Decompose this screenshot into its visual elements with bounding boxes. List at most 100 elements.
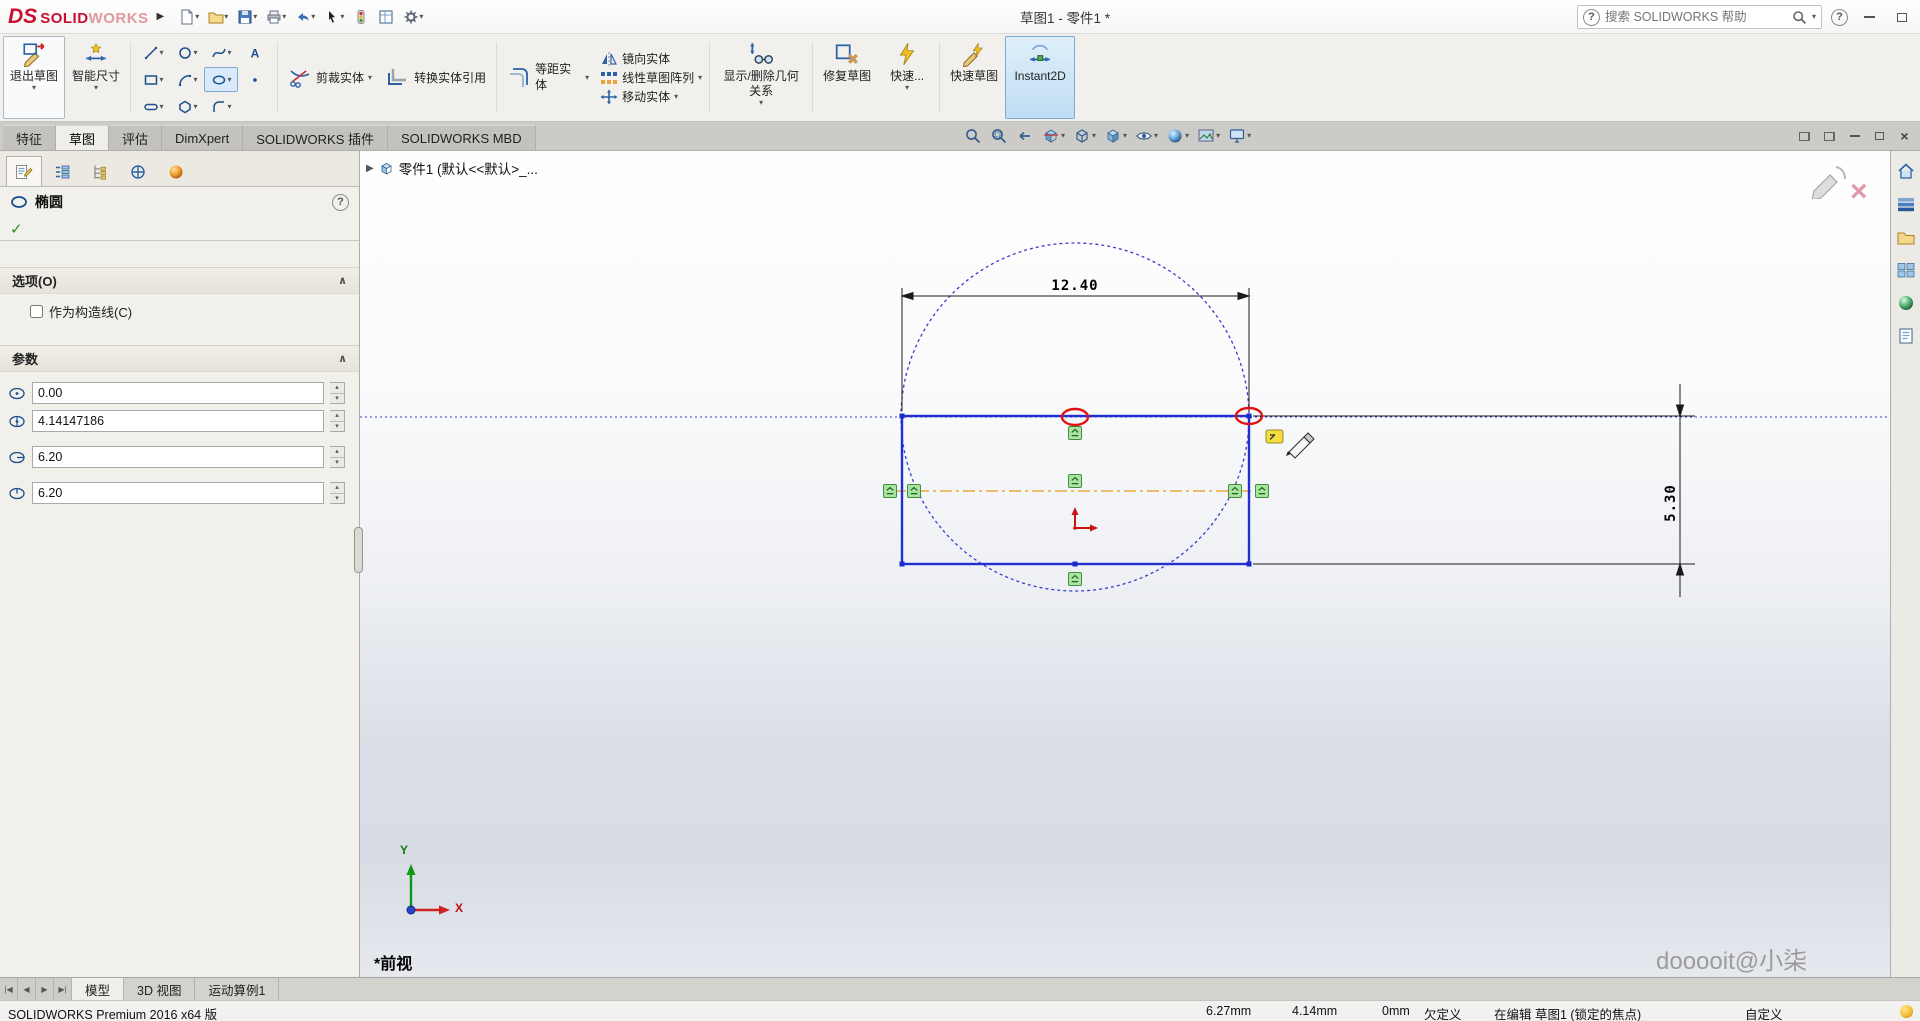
help-button[interactable]: ? [1831, 9, 1848, 26]
chevron-down-icon[interactable]: ▾ [698, 74, 702, 82]
menu-expand-arrow-icon[interactable]: ▶ [157, 11, 165, 22]
display-style-button[interactable]: ▾ [1102, 126, 1129, 146]
spin-up-icon[interactable]: ▴ [330, 411, 344, 422]
tab-mbd[interactable]: SOLIDWORKS MBD [388, 125, 536, 150]
polygon-tool[interactable]: ▾ [170, 94, 204, 119]
home-button[interactable] [1894, 159, 1918, 183]
open-button[interactable]: ▾ [205, 4, 231, 30]
center-y-field[interactable] [32, 410, 324, 432]
center-x-spinner[interactable]: ▴▾ [330, 382, 345, 404]
chevron-down-icon[interactable]: ▾ [1185, 132, 1189, 140]
chevron-down-icon[interactable]: ▾ [194, 49, 198, 57]
chevron-down-icon[interactable]: ▾ [228, 49, 232, 57]
pane-split-right-button[interactable] [1820, 127, 1839, 146]
tab-3d-views[interactable]: 3D 视图 [124, 978, 195, 1000]
chevron-down-icon[interactable]: ▾ [585, 74, 589, 82]
circle-tool[interactable]: ▾ [170, 40, 204, 65]
chevron-down-icon[interactable]: ▾ [94, 84, 98, 92]
radius2-spinner[interactable]: ▴▾ [330, 482, 345, 504]
spline-tool[interactable]: ▾ [204, 40, 238, 65]
center-x-input[interactable] [38, 386, 318, 400]
select-button[interactable]: ▾ [321, 4, 347, 30]
trim-entities-button[interactable]: 剪裁实体 ▾ [281, 36, 379, 119]
chevron-down-icon[interactable]: ▾ [253, 13, 257, 21]
tab-dimxpert[interactable]: DimXpert [162, 125, 243, 150]
dimension-width-1240[interactable] [902, 288, 1249, 411]
chevron-down-icon[interactable]: ▾ [228, 103, 232, 111]
hide-show-items-button[interactable]: ▾ [1133, 126, 1160, 146]
doc-minimize-button[interactable] [1845, 127, 1864, 146]
tab-features[interactable]: 特征 [3, 125, 56, 150]
chevron-down-icon[interactable]: ▾ [419, 13, 423, 21]
fillet-tool[interactable]: ▾ [204, 94, 238, 119]
display-delete-relations-button[interactable]: 显示/删除几何关系 ▾ [713, 36, 809, 119]
quick-snaps-button[interactable]: 快速... ▾ [878, 36, 936, 119]
chevron-down-icon[interactable]: ▾ [1154, 132, 1158, 140]
radius2-field[interactable] [32, 482, 324, 504]
apply-scene-button[interactable]: ▾ [1195, 126, 1222, 146]
edit-appearance-button[interactable]: ▾ [1164, 126, 1191, 146]
center-y-input[interactable] [38, 414, 318, 428]
pane-split-left-button[interactable] [1795, 127, 1814, 146]
relation-badge[interactable] [1229, 485, 1242, 498]
chevron-down-icon[interactable]: ▾ [674, 93, 678, 101]
relation-badge[interactable] [1069, 475, 1082, 488]
radius1-input[interactable] [38, 450, 318, 464]
breadcrumb-text[interactable]: 零件1 (默认<<默认>_... [399, 158, 538, 178]
save-button[interactable]: ▾ [234, 4, 260, 30]
rectangle-tool[interactable]: ▾ [136, 67, 170, 92]
chevron-down-icon[interactable]: ▾ [1247, 132, 1251, 140]
tab-propertymanager[interactable] [6, 156, 42, 186]
options-button[interactable]: ▾ [400, 4, 426, 30]
dimension-height-530[interactable] [1253, 384, 1695, 597]
search-icon[interactable] [1792, 10, 1807, 25]
graphics-area[interactable]: ▶ 零件1 (默认<<默认>_... 12.40 5.30 × Y X *前视 … [360, 150, 1890, 977]
help-search-input[interactable] [1605, 10, 1787, 24]
point-tool[interactable] [238, 67, 272, 92]
slot-tool[interactable]: ▾ [136, 94, 170, 119]
design-library-button[interactable] [1894, 192, 1918, 216]
tab-scroll-first-button[interactable]: |◀ [0, 978, 18, 1000]
chevron-down-icon[interactable]: ▾ [1092, 132, 1096, 140]
status-sphere-icon[interactable] [1900, 1005, 1913, 1018]
dimension-width-text[interactable]: 12.40 [1042, 278, 1108, 294]
radius1-field[interactable] [32, 446, 324, 468]
chevron-down-icon[interactable]: ▾ [759, 99, 763, 107]
spin-up-icon[interactable]: ▴ [330, 383, 344, 394]
mirror-entities-button[interactable]: 镜向实体 [600, 50, 702, 67]
sketch-canvas[interactable] [360, 151, 1890, 977]
previous-view-button[interactable] [1014, 126, 1036, 146]
panel-splitter-handle[interactable] [354, 527, 363, 573]
chevron-down-icon[interactable]: ▾ [160, 103, 164, 111]
chevron-down-icon[interactable]: ▾ [194, 103, 198, 111]
doc-close-button[interactable]: × [1895, 127, 1914, 146]
tab-scroll-next-button[interactable]: ▶ [36, 978, 54, 1000]
exit-sketch-button[interactable]: 退出草图 ▾ [3, 36, 65, 119]
tab-model[interactable]: 模型 [72, 978, 124, 1000]
tab-dimxpertmanager[interactable] [120, 156, 156, 186]
relation-badge[interactable] [1069, 427, 1082, 440]
tab-scroll-prev-button[interactable]: ◀ [18, 978, 36, 1000]
offset-entities-button[interactable]: 等距实体 ▾ [500, 36, 596, 119]
custom-toolbar-label[interactable]: 自定义 [1745, 1004, 1783, 1021]
section-view-button[interactable]: ▾ [1040, 126, 1067, 146]
rapid-sketch-button[interactable]: 快速草图 [943, 36, 1005, 119]
center-y-spinner[interactable]: ▴▾ [330, 410, 345, 432]
convert-entities-button[interactable]: 转换实体引用 [379, 36, 493, 119]
flyout-tree-arrow-icon[interactable]: ▶ [366, 163, 374, 174]
tab-displaymanager[interactable] [158, 156, 194, 186]
chevron-down-icon[interactable]: ▾ [1061, 132, 1065, 140]
radius1-spinner[interactable]: ▴▾ [330, 446, 345, 468]
line-tool[interactable]: ▾ [136, 40, 170, 65]
ok-check-icon[interactable]: ✓ [10, 220, 23, 238]
chevron-down-icon[interactable]: ▾ [340, 13, 344, 21]
chevron-down-icon[interactable]: ▾ [224, 13, 228, 21]
view-orientation-button[interactable]: ▾ [1071, 126, 1098, 146]
spin-up-icon[interactable]: ▴ [330, 447, 344, 458]
arc-tool[interactable]: ▾ [170, 67, 204, 92]
pm-help-icon[interactable]: ? [332, 194, 349, 211]
chevron-down-icon[interactable]: ▾ [160, 76, 164, 84]
minimize-button[interactable] [1857, 6, 1881, 28]
zoom-area-button[interactable] [988, 126, 1010, 146]
chevron-down-icon[interactable]: ▾ [194, 76, 198, 84]
